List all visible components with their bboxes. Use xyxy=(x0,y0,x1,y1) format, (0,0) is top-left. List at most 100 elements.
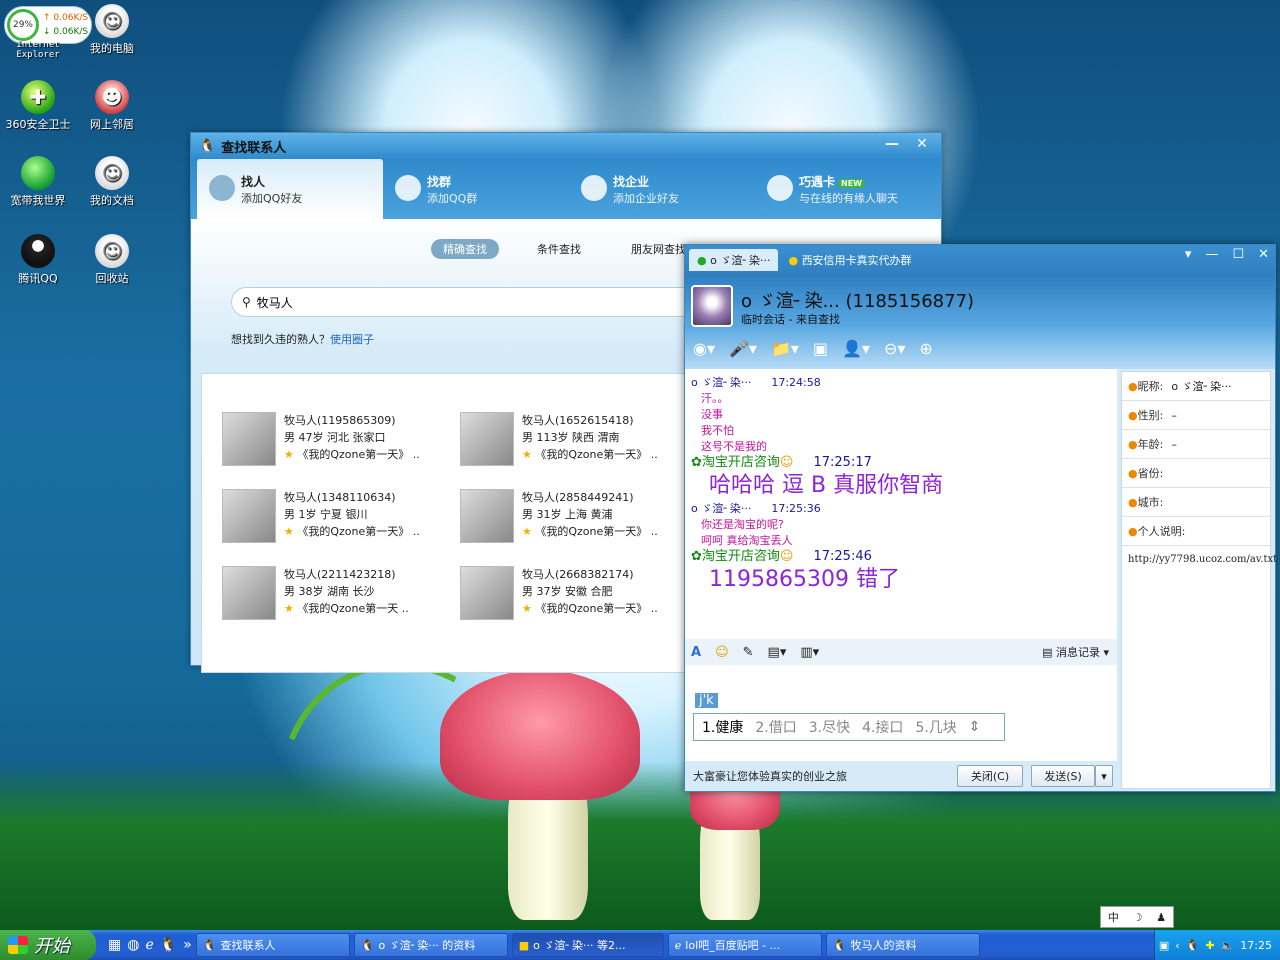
subtab-exact[interactable]: 精确查找 xyxy=(431,239,499,259)
recycle-bin-icon: ☺ xyxy=(95,234,129,268)
start-button[interactable]: 开始 xyxy=(0,930,96,960)
subtab-condition[interactable]: 条件查找 xyxy=(525,239,593,259)
close-button[interactable]: ✕ xyxy=(911,136,933,156)
profile-row: ● 个人说明: xyxy=(1122,517,1270,546)
ime-status-bar[interactable]: 中 ☽ ♟ xyxy=(1100,906,1174,928)
result-card[interactable]: 牧马人(1195865309) 男 47岁 河北 张家口 ★ 《我的Qzone第… xyxy=(212,402,448,476)
screenshot-icon[interactable]: ✎ xyxy=(743,645,754,660)
image-icon[interactable]: ▤▾ xyxy=(768,645,787,660)
ime-page-arrows-icon[interactable]: ⇕ xyxy=(969,719,981,735)
ime-candidate[interactable]: 1.健康 xyxy=(702,717,743,737)
video-call-icon[interactable]: ◉▾ xyxy=(693,339,715,358)
speaker-icon[interactable]: 🔈 xyxy=(1221,939,1235,952)
menu-dropdown-icon[interactable]: ▾ xyxy=(1185,247,1192,262)
desktop-icon-360[interactable]: ✚ 360安全卫士 xyxy=(0,80,76,132)
send-file-icon[interactable]: 📁▾ xyxy=(771,339,799,358)
result-detail: 男 38岁 湖南 长沙 xyxy=(284,585,375,598)
taskbar-item-active[interactable]: ■ o ゞ渲╴染··· 等2... xyxy=(511,933,664,957)
font-icon[interactable]: A xyxy=(691,645,701,660)
contact-avatar[interactable] xyxy=(691,285,733,327)
tab-find-group[interactable]: 找群 添加QQ群 xyxy=(383,159,569,219)
profile-row: ● 昵称: o ゞ渲╴染··· xyxy=(1122,372,1270,401)
taskbar-item[interactable]: 🐧 牧马人的资料 xyxy=(825,933,980,957)
desktop-icon-documents[interactable]: ☺ 我的文档 xyxy=(74,156,150,208)
tab-find-company[interactable]: 找企业 添加企业好友 xyxy=(569,159,755,219)
star-icon: ★ xyxy=(284,448,294,461)
tab-encounter-card[interactable]: 巧遇卡 NEW 与在线的有缘人聊天 xyxy=(755,159,941,219)
result-card[interactable]: 牧马人(1652615418) 男 113岁 陕西 渭南 ★ 《我的Qzone第… xyxy=(450,402,686,476)
use-circle-link[interactable]: 使用圈子 xyxy=(330,333,374,346)
taskbar-item[interactable]: ℯ lol吧_百度贴吧 - ... xyxy=(667,933,822,957)
orange-dot-icon: ● xyxy=(1128,379,1138,393)
close-chat-button[interactable]: 关闭(C) xyxy=(957,765,1023,787)
search-input[interactable] xyxy=(256,295,677,309)
desktop-icon-recycle-bin[interactable]: ☺ 回收站 xyxy=(74,234,150,286)
star-icon: ★ xyxy=(522,525,532,538)
taskbar-item[interactable]: 🐧 o ゞ渲╴染··· 的资料 xyxy=(353,933,508,957)
360-tray-icon[interactable]: ✚ xyxy=(1205,939,1214,952)
ie-icon[interactable]: ℯ xyxy=(145,937,153,953)
desktop-icon-broadband[interactable]: 宽带我世界 xyxy=(0,156,76,208)
close-button[interactable]: ✕ xyxy=(1258,247,1269,262)
message-time: 17:25:36 xyxy=(771,502,821,515)
flower-icon: ✿ xyxy=(691,549,702,564)
ime-user-icon[interactable]: ♟ xyxy=(1156,911,1166,924)
result-card[interactable]: 牧马人(2211423218) 男 38岁 湖南 长沙 ★ 《我的Qzone第一… xyxy=(212,556,448,630)
taskbar-item[interactable]: 🐧 查找联系人 xyxy=(195,933,350,957)
result-card[interactable]: 牧马人(2858449241) 男 31岁 上海 黄浦 ★ 《我的Qzone第一… xyxy=(450,479,686,553)
minimize-button[interactable]: — xyxy=(881,136,903,156)
ime-composition: j'k xyxy=(695,693,718,708)
result-avatar xyxy=(460,489,514,543)
chat-tab-contact[interactable]: ● o ゞ渲╴染··· xyxy=(689,249,779,271)
remote-desktop-icon[interactable]: ▣ xyxy=(813,339,828,358)
chat-header[interactable]: ● o ゞ渲╴染··· ● 西安信用卡真实代办群 ▾ — ☐ ✕ o ゞ渲╴染.… xyxy=(685,245,1275,369)
emoticon-icon[interactable]: ☺ xyxy=(715,645,729,660)
person-icon xyxy=(209,175,235,201)
globe-icon[interactable]: ◍ xyxy=(127,937,139,953)
ime-mode[interactable]: 中 xyxy=(1108,909,1119,925)
ad-text[interactable]: 大富豪让您体验真实的创业之旅 xyxy=(693,768,847,784)
ime-candidate[interactable]: 2.借口 xyxy=(755,717,796,737)
send-options-dropdown[interactable]: ▾ xyxy=(1095,765,1113,787)
voice-call-icon[interactable]: 🎤▾ xyxy=(729,339,757,358)
desktop-icon-my-computer[interactable]: ☺ 我的电脑 xyxy=(74,4,150,56)
half-width-moon-icon[interactable]: ☽ xyxy=(1133,911,1143,924)
minimize-button[interactable]: — xyxy=(1205,247,1218,262)
mushroom-cap xyxy=(440,670,640,800)
star-icon: ★ xyxy=(522,602,532,615)
quick-launch-expand-icon[interactable]: » xyxy=(183,937,192,953)
ime-candidate[interactable]: 3.尽快 xyxy=(809,717,850,737)
desktop-icon-network[interactable]: ☻ 网上邻居 xyxy=(74,80,150,132)
send-button[interactable]: 发送(S) xyxy=(1031,765,1095,787)
add-friend-icon[interactable]: ⊕ xyxy=(919,339,932,358)
more-tools-icon[interactable]: ▥▾ xyxy=(800,645,819,660)
result-card[interactable]: 牧马人(2668382174) 男 37岁 安徽 合肥 ★ 《我的Qzone第一… xyxy=(450,556,686,630)
qq-tray-icon[interactable]: 🐧 xyxy=(1186,939,1200,952)
result-card[interactable]: 牧马人(1348110634) 男 1岁 宁夏 银川 ★ 《我的Qzone第一天… xyxy=(212,479,448,553)
show-desktop-icon[interactable]: ▦ xyxy=(108,937,121,953)
message-history: o ゞ渲╴染··· 17:24:58 汗。。 没事 我不怕 这号不是我的 ✿淘宝开… xyxy=(685,369,1117,639)
block-contact-icon[interactable]: ⊖▾ xyxy=(884,339,905,358)
find-window-titlebar[interactable]: 🐧 查找联系人 — ✕ xyxy=(191,133,941,159)
qq-icon[interactable]: 🐧 xyxy=(160,937,177,953)
contact-info-icon[interactable]: 👤▾ xyxy=(842,339,870,358)
history-button[interactable]: ▤ 消息记录 ▾ xyxy=(1042,644,1109,660)
message-input[interactable]: j'k 1.健康 2.借口 3.尽快 4.接口 5.几块 ⇕ xyxy=(685,665,1117,761)
download-arrow-icon: ↓ xyxy=(43,27,51,37)
maximize-button[interactable]: ☐ xyxy=(1232,247,1244,262)
360-icon: ✚ xyxy=(21,80,55,114)
tray-expand-icon[interactable]: ‹ xyxy=(1175,939,1179,952)
network-tray-icon[interactable]: ▣ xyxy=(1159,939,1169,952)
result-name: 牧马人(1195865309) xyxy=(284,414,396,427)
orange-dot-icon: ● xyxy=(1128,437,1138,451)
message-line: 汗。。 xyxy=(701,392,729,405)
message-block: o ゞ渲╴染··· 17:25:36 你还是淘宝的呢? 呵呵 真给淘宝丢人 xyxy=(691,501,1111,549)
tab-find-person[interactable]: 找人 添加QQ好友 xyxy=(197,159,383,219)
ime-candidate[interactable]: 5.几块 xyxy=(915,717,956,737)
ime-candidate[interactable]: 4.接口 xyxy=(862,717,903,737)
desktop-icon-ie[interactable]: Internet Explorer xyxy=(0,40,76,60)
result-blog: 《我的Qzone第一天》 xyxy=(297,448,410,461)
clock[interactable]: 17:25 xyxy=(1240,939,1272,952)
chat-tab-group[interactable]: ● 西安信用卡真实代办群 xyxy=(780,249,919,271)
desktop-icon-qq[interactable]: 腾讯QQ xyxy=(0,234,76,286)
